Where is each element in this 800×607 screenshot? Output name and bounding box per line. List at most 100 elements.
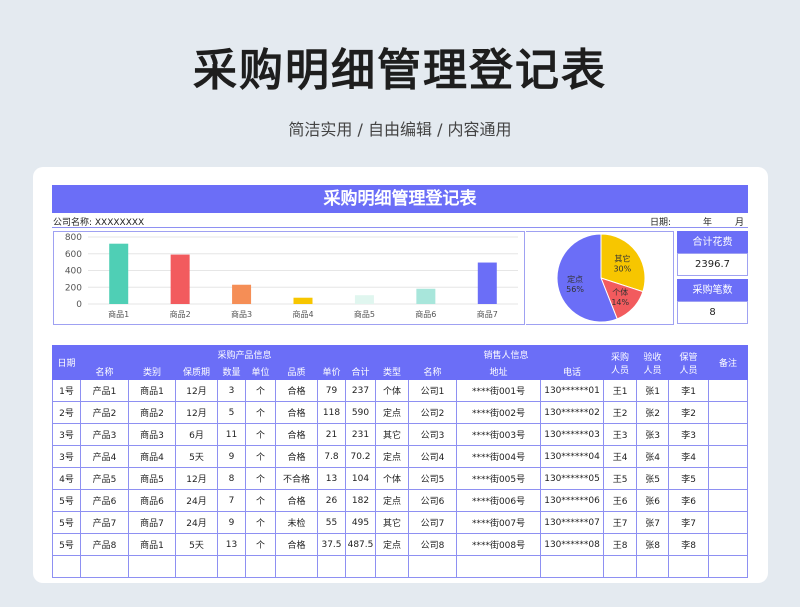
table-cell[interactable]: 24月 (175, 511, 218, 534)
table-cell[interactable]: 6月 (175, 423, 218, 446)
table-cell[interactable]: 李5 (668, 467, 710, 490)
table-cell[interactable]: 产品5 (80, 467, 129, 490)
table-cell[interactable]: 商品1 (128, 379, 176, 402)
table-cell[interactable]: 12月 (175, 467, 218, 490)
table-cell[interactable] (456, 555, 542, 578)
table-cell[interactable] (374, 555, 410, 578)
table-cell[interactable]: 13 (217, 533, 246, 556)
table-cell[interactable]: 个 (245, 467, 276, 490)
table-cell[interactable]: 13 (317, 467, 346, 490)
table-cell[interactable]: 个 (245, 511, 276, 534)
table-cell[interactable] (708, 489, 749, 512)
table-cell[interactable]: 李6 (668, 489, 710, 512)
table-cell[interactable] (217, 555, 246, 578)
table-cell[interactable] (540, 555, 605, 578)
table-cell[interactable]: 商品5 (128, 467, 176, 490)
table-cell[interactable]: 104 (345, 467, 376, 490)
table-cell[interactable] (708, 401, 749, 424)
table-cell[interactable]: 合格 (275, 379, 318, 402)
table-cell[interactable]: 1号 (52, 379, 81, 402)
table-cell[interactable]: 王5 (603, 467, 638, 490)
table-cell[interactable]: 张5 (636, 467, 670, 490)
table-cell[interactable]: 李8 (668, 533, 710, 556)
table-cell[interactable]: 182 (345, 489, 376, 512)
table-cell[interactable]: 12月 (175, 379, 218, 402)
table-cell[interactable]: 定点 (374, 401, 410, 424)
table-cell[interactable]: 5 (217, 401, 246, 424)
table-cell[interactable]: 5号 (52, 489, 81, 512)
table-cell[interactable]: ****街001号 (456, 379, 542, 402)
table-cell[interactable]: 王1 (603, 379, 638, 402)
table-cell[interactable]: 3号 (52, 423, 81, 446)
table-cell[interactable]: 定点 (374, 489, 410, 512)
table-cell[interactable]: 个 (245, 533, 276, 556)
table-cell[interactable]: 5号 (52, 533, 81, 556)
table-cell[interactable]: 合格 (275, 533, 318, 556)
table-cell[interactable]: 7.8 (317, 445, 346, 468)
table-cell[interactable]: 张2 (636, 401, 670, 424)
table-cell[interactable]: 130******04 (540, 445, 605, 468)
table-cell[interactable]: 公司3 (408, 423, 458, 446)
table-cell[interactable] (175, 555, 218, 578)
table-cell[interactable]: 130******06 (540, 489, 605, 512)
table-cell[interactable]: 产品6 (80, 489, 129, 512)
table-cell[interactable]: 487.5 (345, 533, 376, 556)
table-cell[interactable]: 商品4 (128, 445, 176, 468)
table-cell[interactable]: 11 (217, 423, 246, 446)
table-cell[interactable] (345, 555, 376, 578)
table-cell[interactable]: 张4 (636, 445, 670, 468)
table-cell[interactable]: 公司1 (408, 379, 458, 402)
table-cell[interactable]: 个 (245, 401, 276, 424)
table-cell[interactable]: 王7 (603, 511, 638, 534)
table-cell[interactable]: 合格 (275, 423, 318, 446)
table-cell[interactable]: 李7 (668, 511, 710, 534)
table-cell[interactable]: 李4 (668, 445, 710, 468)
table-cell[interactable]: 公司4 (408, 445, 458, 468)
table-cell[interactable]: 55 (317, 511, 346, 534)
table-cell[interactable]: 5号 (52, 511, 81, 534)
table-cell[interactable]: 李3 (668, 423, 710, 446)
table-cell[interactable]: 产品2 (80, 401, 129, 424)
table-cell[interactable]: 王8 (603, 533, 638, 556)
table-cell[interactable]: 商品1 (128, 533, 176, 556)
table-cell[interactable] (408, 555, 458, 578)
table-cell[interactable]: 王6 (603, 489, 638, 512)
table-cell[interactable]: 3号 (52, 445, 81, 468)
table-cell[interactable]: 5天 (175, 445, 218, 468)
table-cell[interactable]: 产品8 (80, 533, 129, 556)
total-cost-value[interactable]: 2396.7 (677, 253, 748, 276)
table-cell[interactable]: 合格 (275, 489, 318, 512)
table-cell[interactable]: 130******08 (540, 533, 605, 556)
table-cell[interactable]: 26 (317, 489, 346, 512)
table-cell[interactable]: 李2 (668, 401, 710, 424)
table-cell[interactable]: 商品7 (128, 511, 176, 534)
table-cell[interactable]: 个 (245, 379, 276, 402)
table-cell[interactable]: 130******07 (540, 511, 605, 534)
table-cell[interactable] (52, 555, 81, 578)
table-cell[interactable]: 张6 (636, 489, 670, 512)
table-cell[interactable]: 590 (345, 401, 376, 424)
table-cell[interactable]: 70.2 (345, 445, 376, 468)
table-cell[interactable]: 合格 (275, 445, 318, 468)
table-cell[interactable]: 王2 (603, 401, 638, 424)
table-cell[interactable]: 公司7 (408, 511, 458, 534)
table-cell[interactable] (708, 379, 749, 402)
table-cell[interactable]: 21 (317, 423, 346, 446)
table-cell[interactable]: ****街004号 (456, 445, 542, 468)
table-cell[interactable]: 商品2 (128, 401, 176, 424)
table-cell[interactable]: 其它 (374, 423, 410, 446)
table-cell[interactable] (245, 555, 276, 578)
table-cell[interactable]: 个 (245, 489, 276, 512)
table-cell[interactable]: 张1 (636, 379, 670, 402)
table-cell[interactable]: 4号 (52, 467, 81, 490)
table-cell[interactable]: 3 (217, 379, 246, 402)
table-cell[interactable]: 不合格 (275, 467, 318, 490)
table-cell[interactable]: 24月 (175, 489, 218, 512)
table-cell[interactable]: ****街007号 (456, 511, 542, 534)
table-cell[interactable] (80, 555, 129, 578)
table-cell[interactable]: 9 (217, 511, 246, 534)
table-cell[interactable]: 张8 (636, 533, 670, 556)
company-name[interactable]: 公司名称: XXXXXXXX (53, 215, 144, 228)
table-cell[interactable]: 130******05 (540, 467, 605, 490)
table-cell[interactable]: 79 (317, 379, 346, 402)
